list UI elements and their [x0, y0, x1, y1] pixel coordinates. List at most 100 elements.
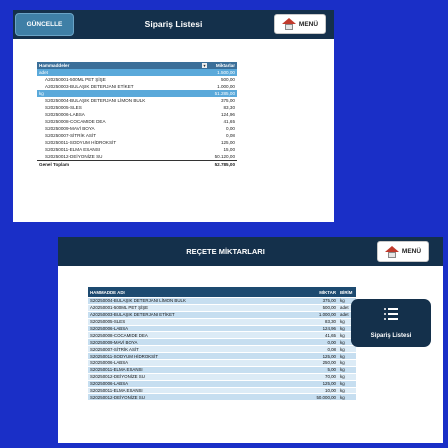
cell-miktar: 5,00	[327, 367, 336, 373]
grand-total-value: 52.785,00	[214, 161, 235, 167]
siparis-listesi-button-label: Sipariş Listesi	[370, 333, 412, 339]
cell-hammadde-adi: S20250004-BULAŞIK DETERJANI LİMON BULK	[90, 298, 186, 304]
pivot-item-value: 15,00	[223, 147, 236, 152]
pivot-header-miktarlar: Miktarlar	[215, 63, 235, 68]
recete-table: HAMMADDE ADI MİKTAR BİRİM S20250004-BULA…	[88, 287, 356, 402]
pivot-item-row: S20250004-BULAŞIK DETERJANI LİMON BULK 37…	[37, 97, 237, 104]
pivot-group-name: adet	[39, 70, 48, 75]
cell-hammadde-adi: S20250011-SODYUM HİDROKSİT	[90, 353, 158, 359]
cell-hammadde-adi: S20250008-COCAMIDE DEA	[90, 332, 148, 338]
pivot-grand-total-row: Genel Toplam 52.785,00	[37, 160, 237, 167]
table-row: S20250007-SİTRİK ASİT 0,08 kg	[88, 346, 356, 354]
cell-hammadde-adi: S20250011-ELMA ESANSI	[90, 367, 143, 373]
table-row: S20250011-ELMA ESANSI 5,00 kg	[88, 366, 356, 374]
menu-button[interactable]: MENÜ	[274, 14, 326, 34]
home-icon	[384, 245, 399, 258]
pivot-item-value: 50.120,00	[214, 154, 235, 159]
cell-birim: kg	[340, 394, 345, 400]
pivot-item-row: S20250005-SLES 83,30	[37, 104, 237, 111]
column-header-hammadde-adi[interactable]: HAMMADDE ADI	[88, 290, 300, 295]
cell-hammadde-adi: S20250005-SLES	[90, 319, 126, 325]
cell-birim: kg	[340, 388, 345, 394]
pivot-group-row[interactable]: adet 1.500,00	[37, 69, 237, 76]
cell-miktar: 83,30	[325, 319, 336, 325]
pivot-item-name: A20250001-500ML PET ŞİŞE	[45, 77, 106, 82]
cell-miktar: 10,00	[325, 388, 336, 394]
cell-birim: kg	[340, 367, 345, 373]
pivot-item-name: S20250007-SİTRİK ASİT	[45, 133, 97, 138]
cell-hammadde-adi: S20250006-LABSA	[90, 326, 129, 331]
cell-hammadde-adi: A20250001-500ML PET ŞİŞE	[90, 305, 149, 311]
table-row: S20250006-LABSA 124,96 kg	[88, 325, 356, 333]
table-row: S20250011-ELMA ESANSI 10,00 kg	[88, 387, 356, 395]
bottom-header-bar: REÇETE MİKTARLARI MENÜ	[58, 237, 443, 266]
menu-button[interactable]: MENÜ	[377, 241, 429, 262]
cell-birim: kg	[340, 346, 345, 352]
top-header-bar: GÜNCELLE Sipariş Listesi MENÜ	[13, 10, 334, 39]
pivot-item-row: S20250008-COCAMIDE DEA 41,65	[37, 118, 237, 125]
pivot-group-total: 1.500,00	[217, 70, 235, 75]
cell-birim: kg	[340, 360, 345, 366]
pivot-item-name: S20250005-SLES	[45, 105, 82, 110]
pivot-header-row: Hammaddeler ▾ Miktarlar	[37, 62, 237, 69]
pivot-item-row: S20250011-SODYUM HİDROKSİT 125,00	[37, 139, 237, 146]
menu-button-label: MENÜ	[401, 248, 422, 255]
cell-hammadde-adi: S20250012-DEİYONİZE SU	[90, 374, 145, 380]
pivot-item-name: S20250004-BULAŞIK DETERJANI LİMON BULK	[45, 98, 146, 103]
pivot-item-name: S20250011-ELMA ESANSI	[45, 147, 101, 152]
pivot-item-value: 0,08	[226, 133, 235, 138]
cell-hammadde-adi: S20250007-SİTRİK ASİT	[90, 346, 139, 352]
cell-miktar: 0,08	[327, 346, 336, 352]
column-header-birim[interactable]: BİRİM	[338, 290, 356, 295]
table-row: S20250009-MAVİ BOYA 0,00 kg	[88, 339, 356, 347]
pivot-table: Hammaddeler ▾ Miktarlar adet 1.500,00 A202…	[37, 62, 237, 167]
pivot-item-row: S20250007-SİTRİK ASİT 0,08	[37, 132, 237, 139]
cell-birim: kg	[340, 353, 345, 359]
pivot-item-name: S20250009-MAVİ BOYA	[45, 126, 95, 131]
cell-miktar: 500,00	[322, 305, 336, 311]
pivot-item-value: 83,30	[223, 105, 236, 110]
cell-miktar: 250,00	[322, 360, 336, 366]
cell-miktar: 124,96	[322, 326, 336, 331]
pivot-header-hammaddeler[interactable]: Hammaddeler	[37, 63, 202, 68]
pivot-item-row: A20250001-500ML PET ŞİŞE 500,00	[37, 76, 237, 83]
table-row: S20250006-LABSA 250,00 kg	[88, 360, 356, 367]
pivot-item-name: S20250006-LABSA	[45, 112, 85, 117]
cell-miktar: 70,00	[325, 374, 336, 380]
cell-hammadde-adi: S20250011-ELMA ESANSI	[90, 388, 143, 394]
cell-birim: kg	[340, 374, 345, 380]
table-row: S20250008-COCAMIDE DEA 41,65 kg	[88, 332, 356, 340]
cell-birim: kg	[340, 381, 345, 387]
cell-hammadde-adi: S20250012-DEİYONİZE SU	[90, 394, 145, 400]
recete-miktarlari-panel: REÇETE MİKTARLARI MENÜ HAMMADDE ADI MİKT…	[58, 237, 443, 443]
table-row: S20250012-DEİYONİZE SU 70,00 kg	[88, 373, 356, 381]
pivot-item-value: 125,00	[220, 140, 235, 145]
pivot-group-row[interactable]: kg 51.285,00	[37, 90, 237, 97]
cell-miktar: 125,00	[322, 353, 336, 359]
cell-miktar: 41,65	[325, 332, 336, 338]
home-icon	[281, 18, 296, 30]
pivot-item-name: S20250011-SODYUM HİDROKSİT	[45, 140, 117, 145]
pivot-group-name: kg	[39, 91, 44, 96]
cell-miktar: 0,00	[327, 339, 336, 345]
pivot-item-row: S20250009-MAVİ BOYA 0,00	[37, 125, 237, 132]
pivot-item-row: S20250011-ELMA ESANSI 15,00	[37, 146, 237, 153]
pivot-item-row: S20250012-DEİYONİZE SU 50.120,00	[37, 153, 237, 160]
filter-dropdown-icon[interactable]: ▾	[202, 63, 207, 68]
table-row: A20250003-BULAŞIK DETERJANI ETİKET 1.000,…	[88, 311, 356, 319]
column-header-miktar[interactable]: MİKTAR	[300, 290, 338, 295]
cell-hammadde-adi: S20250006-LABSA	[90, 381, 129, 387]
siparis-listesi-button[interactable]: Sipariş Listesi	[351, 299, 431, 347]
recete-header-row: HAMMADDE ADI MİKTAR BİRİM	[88, 287, 356, 298]
pivot-item-value: 375,00	[220, 98, 235, 103]
pivot-item-name: S20250012-DEİYONİZE SU	[45, 154, 103, 159]
pivot-item-name: S20250008-COCAMIDE DEA	[45, 119, 106, 124]
pivot-item-value: 500,00	[220, 77, 235, 82]
pivot-item-name: A20250003-BULAŞIK DETERJANI ETİKET	[45, 84, 134, 89]
siparis-listesi-panel: GÜNCELLE Sipariş Listesi MENÜ Hammaddele…	[13, 10, 334, 222]
pivot-item-row: A20250003-BULAŞIK DETERJANI ETİKET 1.000,…	[37, 83, 237, 90]
table-row: S20250004-BULAŞIK DETERJANI LİMON BULK 37…	[88, 298, 356, 305]
pivot-item-row: S20250006-LABSA 124,96	[37, 111, 237, 118]
table-row: S20250006-LABSA 125,00 kg	[88, 380, 356, 388]
cell-hammadde-adi: S20250006-LABSA	[90, 360, 129, 366]
